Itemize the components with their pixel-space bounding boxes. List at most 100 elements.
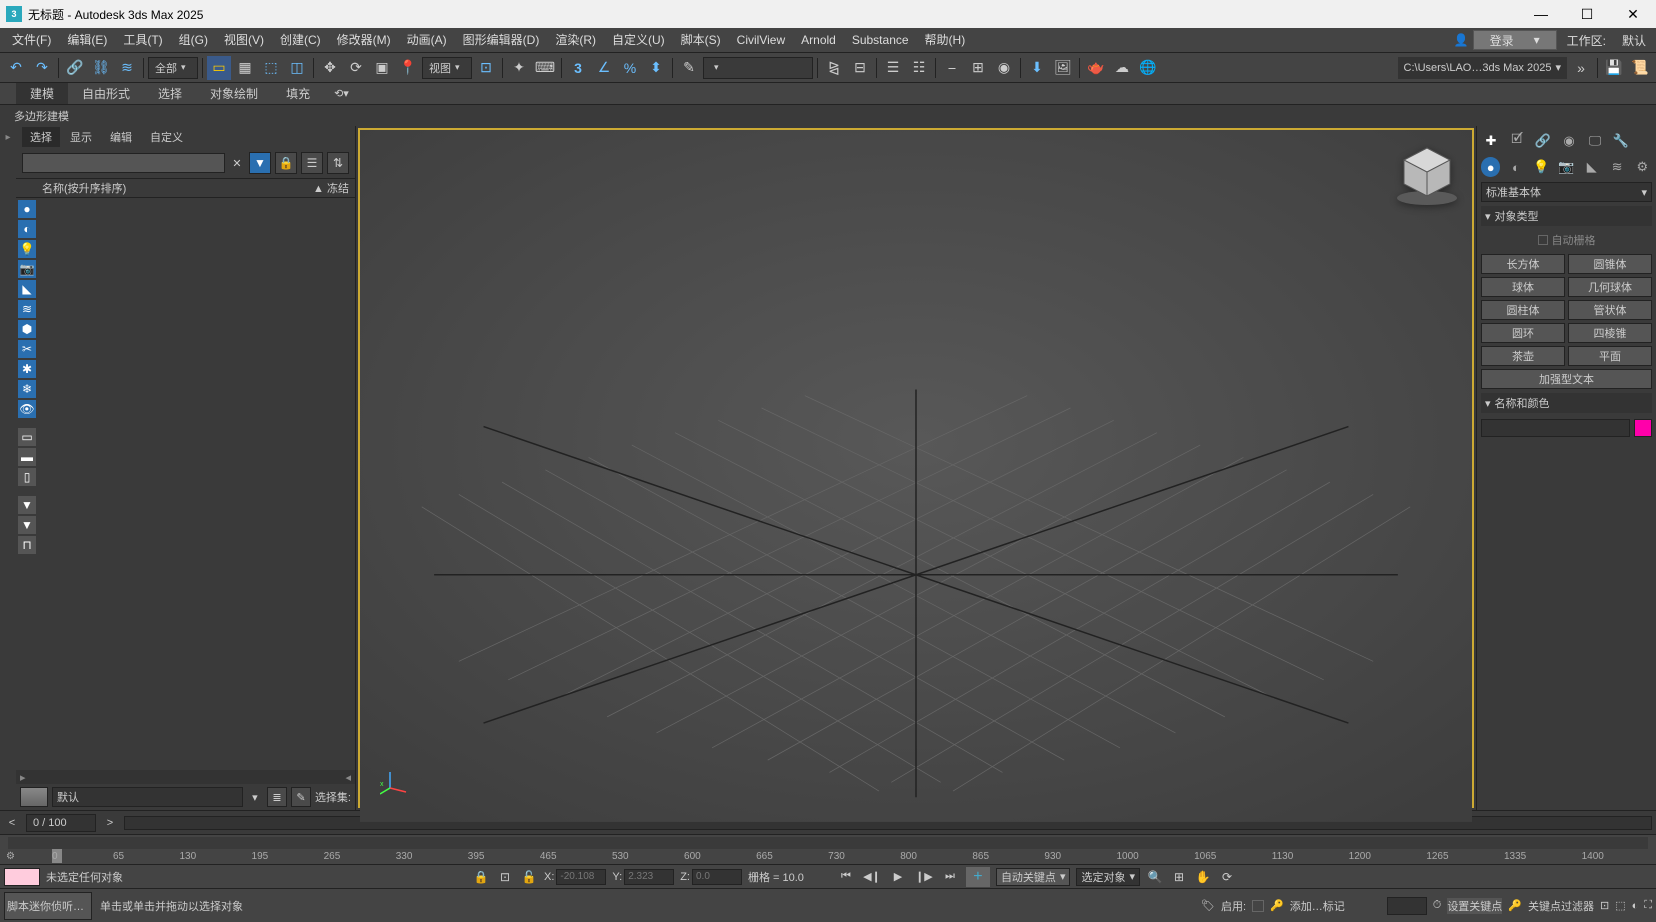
type-bone-icon[interactable]: ✱ [18,360,36,378]
auto-key-toggle[interactable]: 自动关键点 [996,868,1071,886]
sub-helpers-icon[interactable]: ◣ [1582,157,1601,177]
next-frame-button[interactable]: ❙▶ [914,868,934,886]
rollout-name-color[interactable]: 名称和颜色 [1481,393,1652,413]
toggle-ribbon-button[interactable]: ☷ [907,56,931,80]
menu-animation[interactable]: 动画(A) [399,28,455,52]
lock-selection-icon[interactable]: 🔒 [472,868,490,886]
selection-filter-combo[interactable]: 全部 [148,57,198,79]
type-container-icon[interactable]: ❄ [18,380,36,398]
menu-graph-editors[interactable]: 图形编辑器(D) [455,28,548,52]
save-button[interactable]: 💾 [1602,56,1626,80]
type-camera-icon[interactable]: 📷 [18,260,36,278]
ribbon-sub-poly[interactable]: 多边形建模 [6,108,77,124]
sub-spacewarps-icon[interactable]: ≋ [1607,157,1626,177]
nav-zoom-all-icon[interactable]: ⊞ [1170,868,1188,886]
tab-utilities-icon[interactable]: 🔧 [1611,131,1631,151]
coord-system-combo[interactable]: 视图 [422,57,472,79]
type-frozen-icon[interactable]: 👁 [18,400,36,418]
place-button[interactable]: 📍 [396,56,420,80]
sub-geometry-icon[interactable]: ● [1481,157,1500,177]
prev-frame-button[interactable]: ◀❙ [862,868,882,886]
dock-expand-icon[interactable]: ▸ [5,132,10,143]
isolate-icon[interactable]: ⊡ [496,868,514,886]
current-frame-input[interactable] [1387,897,1427,915]
edit-named-sel-button[interactable]: ✎ [677,56,701,80]
time-ruler[interactable]: 0651301952653303954655306006657308008659… [0,834,1656,864]
render-online-button[interactable]: ☁ [1110,56,1134,80]
pivot-button[interactable]: ⊡ [474,56,498,80]
script-listener[interactable]: 脚本迷你侦听… [4,892,92,920]
menu-civilview[interactable]: CivilView [729,28,793,52]
type-geometry-icon[interactable]: ● [18,200,36,218]
bind-spacewarp-button[interactable]: ≋ [115,56,139,80]
coord-y-value[interactable]: 2.323 [624,869,674,885]
object-color-swatch[interactable] [1634,419,1652,437]
viewport[interactable]: [+] [透视 ] [标准 ] [默认明暗处理 ] ▾ [358,128,1474,808]
key-filter-button[interactable]: 关键点过滤器 [1528,898,1594,914]
ruler-segment[interactable] [8,837,1648,849]
filter-icon[interactable]: ▼ [249,152,271,174]
coord-x-value[interactable]: -20.108 [556,869,606,885]
auto-grid-check[interactable]: 自动栅格 [1481,230,1652,250]
spinner-snap-button[interactable]: ⬍ [644,56,668,80]
tab-hierarchy-icon[interactable]: 🔗 [1533,131,1553,151]
menu-arnold[interactable]: Arnold [793,28,844,52]
btn-geosphere[interactable]: 几何球体 [1568,277,1652,297]
move-button[interactable]: ✥ [318,56,342,80]
primitive-type-combo[interactable]: 标准基本体 [1481,182,1652,202]
render-a360-button[interactable]: 🌐 [1136,56,1160,80]
nav-maximize-icon[interactable]: ⛶ [1644,899,1652,912]
material-combo[interactable]: 默认 [52,787,243,807]
ribbon-expand-icon[interactable]: ⟲▾ [324,83,359,104]
type-group-icon[interactable]: ⬢ [18,320,36,338]
rotate-button[interactable]: ⟳ [344,56,368,80]
project-path[interactable]: C:\Users\LAO…3ds Max 2025▾ [1398,57,1567,79]
menu-substance[interactable]: Substance [844,28,917,52]
select-region-button[interactable]: ⬚ [259,56,283,80]
clear-icon[interactable]: ✕ [229,157,245,170]
maximize-button[interactable]: ☐ [1564,0,1610,28]
coord-z-value[interactable]: 0.0 [692,869,742,885]
render-frame-button[interactable]: 🖼 [1051,56,1075,80]
menu-render[interactable]: 渲染(R) [547,28,604,52]
snap-toggle-button[interactable]: 3 [566,56,590,80]
tab-display-icon[interactable]: 🖵 [1585,131,1605,151]
filter-3-icon[interactable]: ⊓ [18,536,36,554]
ribbon-tab-selection[interactable]: 选择 [144,83,196,104]
tab-motion-icon[interactable]: ◉ [1559,131,1579,151]
keyboard-shortcut-button[interactable]: ⌨ [533,56,557,80]
redo-button[interactable]: ↷ [30,56,54,80]
manipulate-button[interactable]: ✦ [507,56,531,80]
type-helper-icon[interactable]: ◣ [18,280,36,298]
ribbon-tab-modeling[interactable]: 建模 [16,83,68,104]
type-shape-icon[interactable]: ◐ [18,220,36,238]
menu-create[interactable]: 创建(C) [272,28,329,52]
named-selection-combo[interactable] [703,57,813,79]
angle-snap-button[interactable]: ∠ [592,56,616,80]
nav-zoom-region-icon[interactable]: ⬚ [1615,899,1625,912]
sub-systems-icon[interactable]: ⚙ [1633,157,1652,177]
render-button[interactable]: 🫖 [1084,56,1108,80]
scale-button[interactable]: ▣ [370,56,394,80]
align-button[interactable]: ⊟ [848,56,872,80]
link-button[interactable]: 🔗 [63,56,87,80]
timetrack-prev-icon[interactable]: < [4,817,20,829]
menu-file[interactable]: 文件(F) [4,28,59,52]
frame-range-display[interactable]: 0 / 100 [26,814,96,832]
ribbon-tab-populate[interactable]: 填充 [272,83,324,104]
undo-button[interactable]: ↶ [4,56,28,80]
se-col-name[interactable]: 名称(按升序排序) [42,183,126,195]
material-edit-icon[interactable]: ✎ [291,787,311,807]
nav-pan-icon[interactable]: ✋ [1194,868,1212,886]
btn-textplus[interactable]: 加强型文本 [1481,369,1652,389]
nav-zoom-extents-icon[interactable]: ⊡ [1600,899,1609,912]
btn-teapot[interactable]: 茶壶 [1481,346,1565,366]
select-object-button[interactable]: ▭ [207,56,231,80]
type-hidden-icon[interactable]: ▭ [18,428,36,446]
filter-2-icon[interactable]: ▼ [18,516,36,534]
se-tab-select[interactable]: 选择 [22,127,60,147]
type-spacewarp-icon[interactable]: ≋ [18,300,36,318]
select-by-name-button[interactable]: ▦ [233,56,257,80]
btn-plane[interactable]: 平面 [1568,346,1652,366]
display-all-icon[interactable]: ☰ [301,152,323,174]
